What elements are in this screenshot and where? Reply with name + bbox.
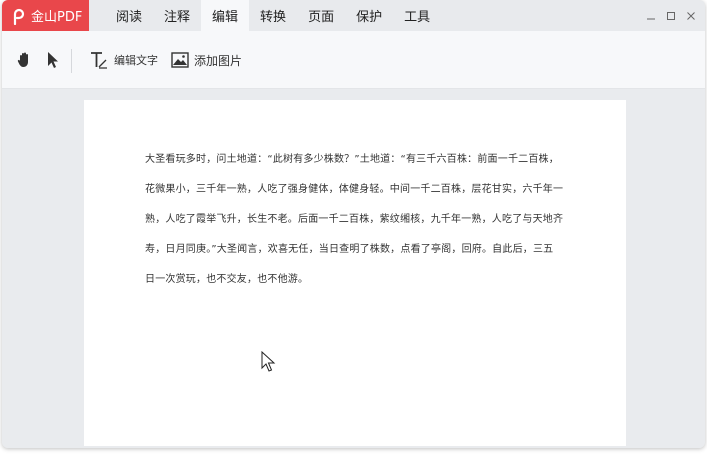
menu-page[interactable]: 页面: [297, 0, 345, 31]
text-line[interactable]: 花微果小，三千年一熟，人吃了强身健体，体健身轻。中间一千二百株，层花甘实，六千年…: [145, 175, 575, 205]
menu-convert[interactable]: 转换: [249, 0, 297, 31]
pdf-page[interactable]: 大圣看玩多时，问土地道：“此树有多少株数？”土地道：“有三千六百株：前面一千二百…: [84, 100, 626, 446]
text-line[interactable]: 熟，人吃了霞举飞升，长生不老。后面一千二百株，紫纹缃核，九千年一熟，人吃了与天地…: [145, 205, 575, 235]
menu-tools[interactable]: 工具: [393, 0, 441, 31]
document-canvas[interactable]: 大圣看玩多时，问土地道：“此树有多少株数？”土地道：“有三千六百株：前面一千二百…: [2, 89, 705, 448]
app-name: 金山PDF: [31, 10, 83, 25]
close-icon[interactable]: [685, 10, 697, 22]
edit-text-icon: [91, 52, 107, 69]
text-line[interactable]: 大圣看玩多时，问土地道：“此树有多少株数？”土地道：“有三千六百株：前面一千二百…: [145, 145, 575, 175]
maximize-icon[interactable]: [665, 10, 677, 22]
edit-text-label: 编辑文字: [114, 54, 158, 67]
select-tool-button[interactable]: [46, 31, 60, 89]
menu-protect[interactable]: 保护: [345, 0, 393, 31]
mouse-cursor-icon: [261, 351, 276, 372]
app-window: 金山PDF 阅读 注释 编辑 转换 页面 保护 工具 编辑文字 添加图片 大圣看…: [2, 0, 705, 448]
window-controls: [645, 0, 697, 31]
main-menu: 阅读 注释 编辑 转换 页面 保护 工具: [105, 0, 441, 31]
kingsoft-pdf-logo-icon: [13, 8, 25, 25]
edit-toolbar: 编辑文字 添加图片: [2, 31, 705, 89]
text-line[interactable]: 寿，日月同庚。”大圣闻言，欢喜无任，当日查明了株数，点看了亭阁，回府。自此后，三…: [145, 235, 575, 265]
menu-read[interactable]: 阅读: [105, 0, 153, 31]
app-brand[interactable]: 金山PDF: [2, 0, 89, 31]
hand-tool-button[interactable]: [16, 31, 34, 89]
edit-text-button[interactable]: 编辑文字: [89, 31, 158, 89]
title-bar: 金山PDF 阅读 注释 编辑 转换 页面 保护 工具: [2, 0, 705, 31]
pointer-icon: [48, 52, 58, 68]
hand-icon: [17, 52, 28, 67]
minimize-icon[interactable]: [645, 10, 657, 22]
toolbar-divider: [71, 49, 72, 73]
menu-annotate[interactable]: 注释: [153, 0, 201, 31]
image-icon: [171, 52, 189, 68]
page-text-block[interactable]: 大圣看玩多时，问土地道：“此树有多少株数？”土地道：“有三千六百株：前面一千二百…: [145, 145, 575, 295]
text-line[interactable]: 日一次赏玩，也不交友，也不他游。: [145, 265, 575, 295]
add-image-label: 添加图片: [194, 53, 243, 68]
add-image-button[interactable]: 添加图片: [171, 31, 242, 89]
menu-edit[interactable]: 编辑: [201, 0, 250, 31]
